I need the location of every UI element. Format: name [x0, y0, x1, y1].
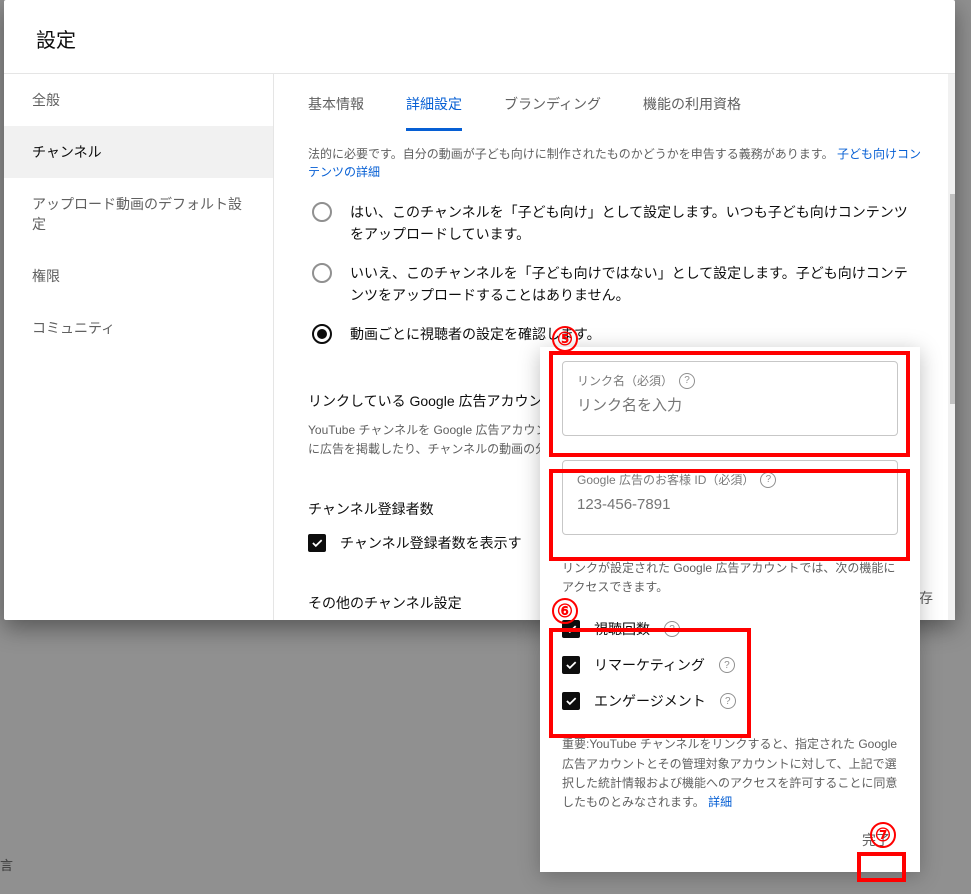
subscriber-checkbox-label: チャンネル登録者数を表示す [340, 533, 522, 553]
feature-label: 視聴回数 [594, 619, 650, 639]
truncated-text: 言 [0, 855, 13, 874]
label-text: Google 広告のお客様 ID（必須） [577, 471, 754, 488]
label-text: リンク名（必須） [577, 372, 673, 389]
sidebar-item-general[interactable]: 全般 [4, 74, 273, 126]
features-checkboxes: 視聴回数 ? リマーケティング ? エンゲージメント ? [562, 611, 898, 719]
details-link[interactable]: 詳細 [708, 795, 732, 809]
checkbox-icon [562, 656, 580, 674]
scrollbar[interactable] [948, 74, 955, 620]
radio-icon [312, 202, 332, 222]
checkbox-icon [308, 534, 326, 552]
legal-text: 法的に必要です。自分の動画が子ども向けに制作されたものかどうかを申告する義務があ… [308, 147, 834, 161]
feature-views[interactable]: 視聴回数 ? [562, 611, 898, 647]
annotation-7: ⑦ [870, 822, 896, 848]
link-account-popup: リンク名（必須） ? Google 広告のお客様 ID（必須） ? リンクが設定… [540, 347, 920, 872]
sidebar-item-community[interactable]: コミュニティ [4, 302, 273, 354]
important-note: 重要:YouTube チャンネルをリンクすると、指定された Google 広告ア… [562, 735, 898, 812]
help-icon[interactable]: ? [679, 373, 695, 389]
help-icon[interactable]: ? [760, 472, 776, 488]
radio-label: はい、このチャンネルを「子ども向け」として設定します。いつも子ども向けコンテンツ… [350, 201, 921, 246]
radio-label: いいえ、このチャンネルを「子ども向けではない」として設定します。子ども向けコンテ… [350, 262, 921, 307]
audience-radio-group: はい、このチャンネルを「子ども向け」として設定します。いつも子ども向けコンテンツ… [308, 191, 921, 351]
modal-title: 設定 [4, 0, 955, 73]
tabs: 基本情報 詳細設定 ブランディング 機能の利用資格 [308, 74, 921, 131]
radio-per-video[interactable]: 動画ごとに視聴者の設定を確認します。 [308, 313, 921, 351]
annotation-5: ⑤ [552, 326, 578, 352]
tab-branding[interactable]: ブランディング [504, 94, 601, 131]
help-icon[interactable]: ? [664, 621, 680, 637]
feature-label: エンゲージメント [594, 691, 706, 711]
feature-engagement[interactable]: エンゲージメント ? [562, 683, 898, 719]
features-desc: リンクが設定された Google 広告アカウントでは、次の機能にアクセスできます… [562, 559, 898, 597]
link-name-input[interactable] [577, 397, 883, 414]
customer-id-label: Google 広告のお客様 ID（必須） ? [577, 471, 883, 488]
radio-kids-no[interactable]: いいえ、このチャンネルを「子ども向けではない」として設定します。子ども向けコンテ… [308, 252, 921, 313]
checkbox-icon [562, 692, 580, 710]
tab-advanced[interactable]: 詳細設定 [406, 94, 462, 131]
annotation-6: ⑥ [552, 598, 578, 624]
feature-remarketing[interactable]: リマーケティング ? [562, 647, 898, 683]
sidebar-item-channel[interactable]: チャンネル [4, 126, 273, 178]
radio-icon [312, 263, 332, 283]
settings-sidebar: 全般 チャンネル アップロード動画のデフォルト設定 権限 コミュニティ [4, 74, 274, 620]
link-name-field[interactable]: リンク名（必須） ? [562, 361, 898, 436]
help-icon[interactable]: ? [720, 693, 736, 709]
help-icon[interactable]: ? [719, 657, 735, 673]
radio-icon [312, 324, 332, 344]
tab-basic-info[interactable]: 基本情報 [308, 94, 364, 131]
sidebar-item-permissions[interactable]: 権限 [4, 250, 273, 302]
customer-id-input[interactable] [577, 496, 883, 513]
link-name-label: リンク名（必須） ? [577, 372, 883, 389]
feature-label: リマーケティング [594, 655, 705, 675]
customer-id-field[interactable]: Google 広告のお客様 ID（必須） ? [562, 460, 898, 535]
tab-feature-eligibility[interactable]: 機能の利用資格 [643, 94, 741, 131]
sidebar-item-upload-defaults[interactable]: アップロード動画のデフォルト設定 [4, 178, 273, 250]
radio-kids-yes[interactable]: はい、このチャンネルを「子ども向け」として設定します。いつも子ども向けコンテンツ… [308, 191, 921, 252]
audience-legal-text: 法的に必要です。自分の動画が子ども向けに制作されたものかどうかを申告する義務があ… [308, 145, 921, 181]
scrollbar-thumb[interactable] [950, 194, 955, 404]
